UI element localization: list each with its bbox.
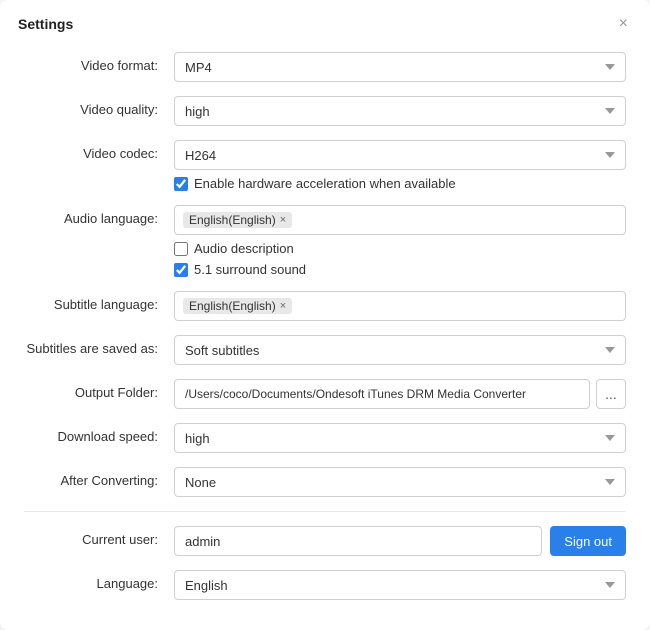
video-format-content: MP4 MKV MOV AVI [174, 52, 626, 82]
after-converting-content: None Open folder Shut down [174, 467, 626, 497]
language-label: Language: [24, 570, 174, 591]
video-codec-select[interactable]: H264 H265 VP9 [174, 140, 626, 170]
title-bar: Settings × [0, 0, 650, 44]
hw-acceleration-checkbox[interactable] [174, 177, 188, 191]
language-content: English Chinese Japanese French German [174, 570, 626, 600]
current-user-input[interactable] [174, 526, 542, 556]
dialog-title: Settings [18, 16, 73, 32]
output-folder-input-row: ... [174, 379, 626, 409]
audio-language-tag-input[interactable]: English(English) × [174, 205, 626, 235]
surround-sound-checkbox[interactable] [174, 263, 188, 277]
subtitles-saved-as-label: Subtitles are saved as: [24, 335, 174, 356]
subtitle-language-row: Subtitle language: English(English) × [24, 291, 626, 321]
audio-language-tag-close[interactable]: × [280, 214, 286, 226]
output-folder-content: ... [174, 379, 626, 409]
video-quality-label: Video quality: [24, 96, 174, 117]
download-speed-select[interactable]: high medium low [174, 423, 626, 453]
audio-description-row: Audio description [174, 241, 626, 256]
language-select[interactable]: English Chinese Japanese French German [174, 570, 626, 600]
hw-acceleration-label: Enable hardware acceleration when availa… [194, 176, 456, 191]
close-button[interactable]: × [615, 14, 632, 34]
subtitle-language-content: English(English) × [174, 291, 626, 321]
audio-language-row: Audio language: English(English) × Audio… [24, 205, 626, 277]
after-converting-label: After Converting: [24, 467, 174, 488]
download-speed-content: high medium low [174, 423, 626, 453]
divider [24, 511, 626, 512]
video-codec-content: H264 H265 VP9 Enable hardware accelerati… [174, 140, 626, 191]
video-quality-select[interactable]: high medium low [174, 96, 626, 126]
subtitle-language-tag: English(English) × [183, 298, 292, 314]
browse-folder-button[interactable]: ... [596, 379, 626, 409]
audio-language-label: Audio language: [24, 205, 174, 226]
after-converting-row: After Converting: None Open folder Shut … [24, 467, 626, 497]
subtitle-language-label: Subtitle language: [24, 291, 174, 312]
language-row: Language: English Chinese Japanese Frenc… [24, 570, 626, 600]
hw-acceleration-row: Enable hardware acceleration when availa… [174, 176, 626, 191]
current-user-content: Sign out [174, 526, 626, 556]
surround-sound-label: 5.1 surround sound [194, 262, 306, 277]
subtitles-saved-as-select[interactable]: Soft subtitles Hard subtitles External s… [174, 335, 626, 365]
audio-language-tag: English(English) × [183, 212, 292, 228]
video-codec-label: Video codec: [24, 140, 174, 161]
video-quality-content: high medium low [174, 96, 626, 126]
after-converting-select[interactable]: None Open folder Shut down [174, 467, 626, 497]
current-user-label: Current user: [24, 526, 174, 547]
video-format-label: Video format: [24, 52, 174, 73]
settings-content: Video format: MP4 MKV MOV AVI Video qual… [0, 44, 650, 630]
download-speed-label: Download speed: [24, 423, 174, 444]
current-user-input-row: Sign out [174, 526, 626, 556]
audio-description-checkbox[interactable] [174, 242, 188, 256]
video-format-select[interactable]: MP4 MKV MOV AVI [174, 52, 626, 82]
subtitles-saved-as-row: Subtitles are saved as: Soft subtitles H… [24, 335, 626, 365]
output-folder-input[interactable] [174, 379, 590, 409]
subtitles-saved-as-content: Soft subtitles Hard subtitles External s… [174, 335, 626, 365]
surround-sound-row: 5.1 surround sound [174, 262, 626, 277]
download-speed-row: Download speed: high medium low [24, 423, 626, 453]
audio-language-content: English(English) × Audio description 5.1… [174, 205, 626, 277]
current-user-row: Current user: Sign out [24, 526, 626, 556]
subtitle-language-tag-input[interactable]: English(English) × [174, 291, 626, 321]
subtitle-language-tag-close[interactable]: × [280, 300, 286, 312]
video-format-row: Video format: MP4 MKV MOV AVI [24, 52, 626, 82]
sign-out-button[interactable]: Sign out [550, 526, 626, 556]
video-quality-row: Video quality: high medium low [24, 96, 626, 126]
settings-dialog: Settings × Video format: MP4 MKV MOV AVI… [0, 0, 650, 630]
audio-description-label: Audio description [194, 241, 294, 256]
output-folder-row: Output Folder: ... [24, 379, 626, 409]
video-codec-row: Video codec: H264 H265 VP9 Enable hardwa… [24, 140, 626, 191]
output-folder-label: Output Folder: [24, 379, 174, 400]
